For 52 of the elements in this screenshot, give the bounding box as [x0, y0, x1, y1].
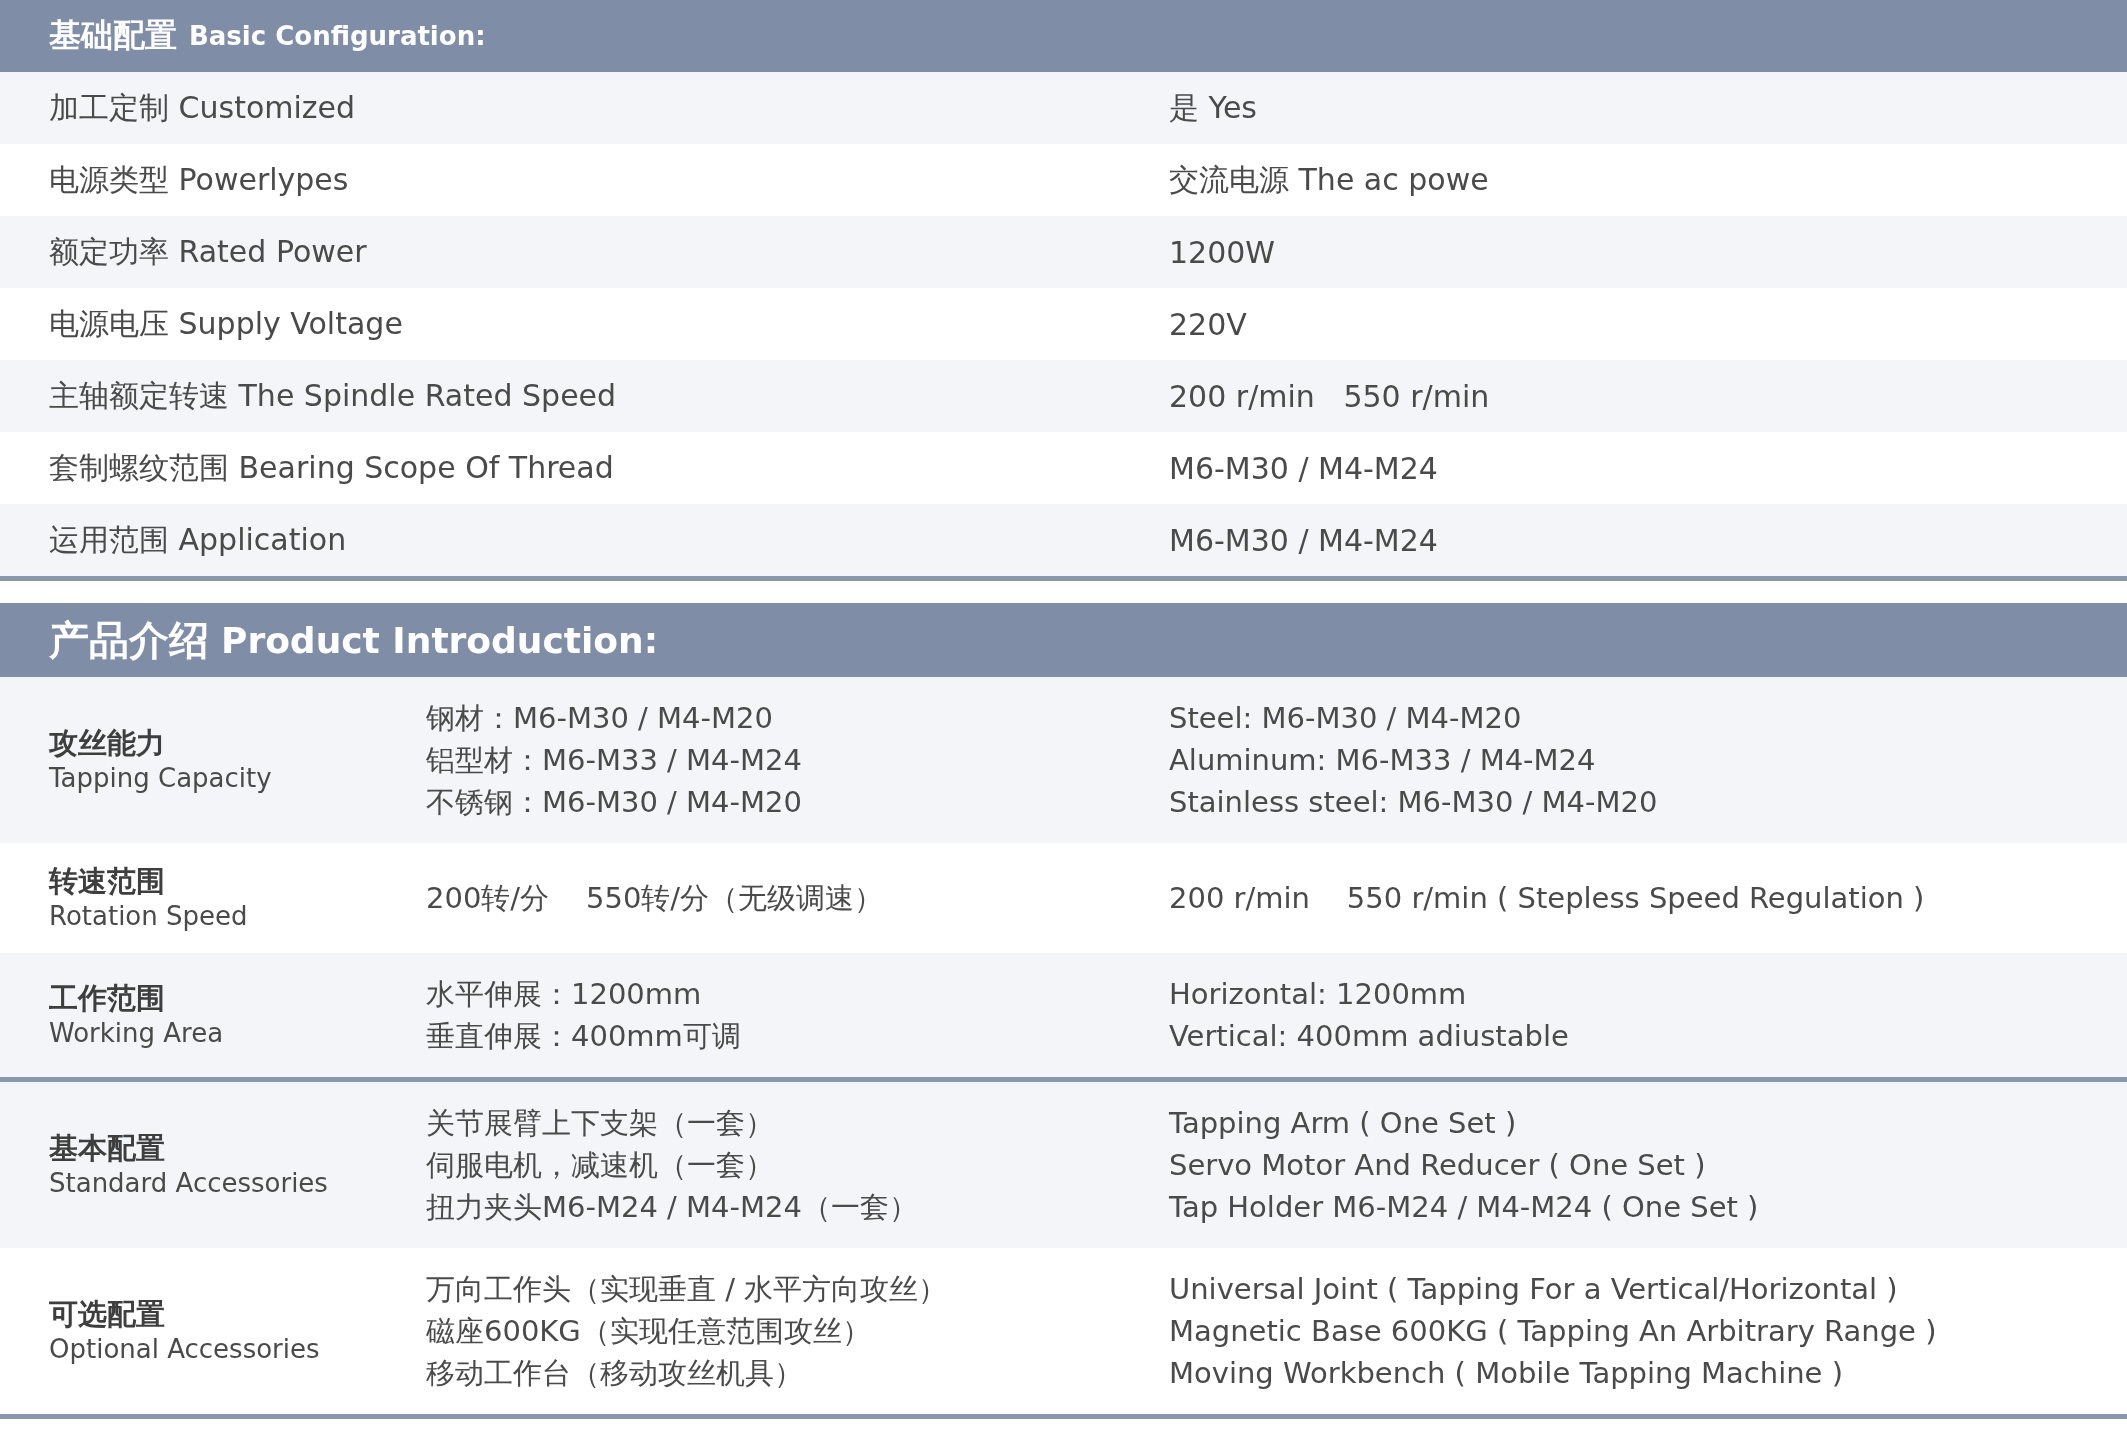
spec-value: 交流电源 The ac powe — [1169, 160, 1490, 199]
section-title: 产品介绍 — [49, 615, 209, 665]
spec-label: 额定功率 Rated Power — [49, 232, 368, 271]
feature-detail-english: Steel: M6-M30 / M4-M20 — [1169, 700, 1523, 737]
feature-detail-english: 200 r/min 550 r/min ( Stepless Speed Regulation ) — [1169, 880, 1926, 917]
feature-detail: 水平伸展：1200mm — [426, 976, 703, 1013]
feature-detail: 移动工作台（移动攻丝机具） — [426, 1355, 804, 1392]
feature-detail-english: Tap Holder M6-M24 / M4-M24 ( One Set ) — [1169, 1189, 1760, 1226]
spec-value: M6-M30 / M4-M24 — [1169, 450, 1439, 486]
feature-name: 转速范围 — [49, 863, 166, 899]
spec-value: 是 Yes — [1169, 88, 1258, 127]
section-subtitle: Product Introduction: — [221, 619, 659, 661]
feature-detail-english: Horizontal: 1200mm — [1169, 976, 1468, 1013]
feature-detail: 钢材：M6-M30 / M4-M20 — [426, 700, 774, 737]
spec-value: M6-M30 / M4-M24 — [1169, 522, 1439, 558]
feature-detail: 不锈钢：M6-M30 / M4-M20 — [426, 784, 803, 821]
feature-detail: 铝型材：M6-M33 / M4-M24 — [426, 742, 803, 779]
feature-name: 基本配置 — [49, 1130, 166, 1166]
feature-detail: 磁座600KG（实现任意范围攻丝） — [426, 1313, 872, 1350]
feature-detail-english: Stainless steel: M6-M30 / M4-M20 — [1169, 784, 1659, 821]
feature-name-english: Rotation Speed — [49, 900, 249, 933]
spec-label: 电源类型 Powerlypes — [49, 160, 350, 199]
section-title: 基础配置 — [49, 15, 177, 56]
feature-name: 工作范围 — [49, 980, 166, 1016]
feature-detail-english: Aluminum: M6-M33 / M4-M24 — [1169, 742, 1597, 779]
feature-detail-english: Servo Motor And Reducer ( One Set ) — [1169, 1147, 1707, 1184]
spec-label: 套制螺纹范围 Bearing Scope Of Thread — [49, 448, 615, 487]
spec-label: 主轴额定转速 The Spindle Rated Speed — [49, 376, 618, 415]
spec-value: 1200W — [1169, 234, 1276, 270]
feature-detail-english: Universal Joint ( Tapping For a Vertical/Horizontal ) — [1169, 1271, 1899, 1308]
feature-name: 可选配置 — [49, 1296, 166, 1332]
spec-label: 运用范围 Application — [49, 520, 348, 559]
feature-name-english: Standard Accessories — [49, 1167, 329, 1200]
feature-name-english: Working Area — [49, 1017, 225, 1050]
spec-value: 220V — [1169, 306, 1248, 342]
feature-name-english: Tapping Capacity — [49, 762, 273, 795]
section-subtitle: Basic Configuration: — [189, 21, 486, 51]
feature-detail: 关节展臂上下支架（一套） — [426, 1105, 775, 1142]
feature-detail: 万向工作头（实现垂直 / 水平方向攻丝） — [426, 1271, 949, 1308]
feature-detail-english: Vertical: 400mm adiustable — [1169, 1018, 1570, 1055]
spec-value: 200 r/min 550 r/min — [1169, 378, 1491, 414]
feature-detail: 200转/分 550转/分（无级调速） — [426, 880, 885, 917]
feature-detail: 垂直伸展：400mm可调 — [426, 1018, 742, 1055]
feature-name: 攻丝能力 — [49, 725, 166, 761]
feature-detail-english: Tapping Arm ( One Set ) — [1169, 1105, 1518, 1142]
feature-detail: 扭力夹头M6-M24 / M4-M24（一套） — [426, 1189, 919, 1226]
spec-label: 电源电压 Supply Voltage — [49, 304, 404, 343]
feature-detail: 伺服电机，减速机（一套） — [426, 1147, 775, 1184]
spec-label: 加工定制 Customized — [49, 88, 357, 127]
feature-detail-english: Magnetic Base 600KG ( Tapping An Arbitrary Range ) — [1169, 1313, 1938, 1350]
feature-name-english: Optional Accessories — [49, 1333, 321, 1366]
feature-detail-english: Moving Workbench ( Mobile Tapping Machine ) — [1169, 1355, 1844, 1392]
